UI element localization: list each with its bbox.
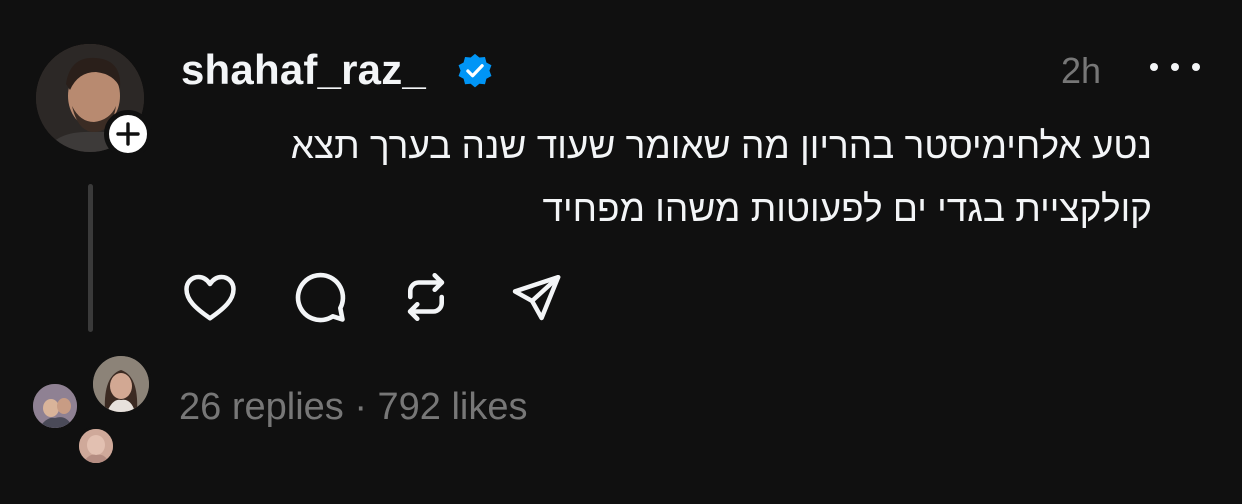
thread-line (88, 184, 93, 332)
replier-avatar[interactable] (76, 426, 116, 466)
repost-button[interactable] (395, 266, 457, 328)
post-text: נטע אלחימיסטר בהריון מה שאומר שעוד שנה ב… (172, 114, 1152, 240)
post-text-line: נטע אלחימיסטר בהריון מה שאומר שעוד שנה ב… (290, 125, 1152, 166)
author-username[interactable]: shahaf_raz_ (181, 46, 426, 94)
post-stats[interactable]: 26 replies · 792 likes (179, 386, 528, 429)
replier-avatar-photo (33, 384, 77, 428)
post-text-line: קולקציית בגדי ים לפעוטות משהו מפחיד (542, 188, 1152, 229)
plus-icon (116, 122, 140, 146)
more-horizontal-icon (1150, 63, 1158, 71)
share-button[interactable] (505, 266, 567, 328)
replier-avatar-photo (93, 356, 149, 412)
follow-button[interactable] (104, 110, 152, 158)
replier-avatar[interactable] (90, 353, 152, 415)
post-timestamp: 2h (1061, 50, 1102, 91)
verified-badge-icon (458, 53, 492, 88)
comment-icon (295, 272, 346, 323)
replier-avatar[interactable] (30, 381, 80, 431)
send-icon (512, 274, 561, 321)
more-options-button[interactable] (1150, 52, 1200, 82)
like-button[interactable] (179, 266, 241, 328)
more-dot (1171, 63, 1179, 71)
heart-icon (184, 274, 236, 321)
replier-avatar-photo (79, 429, 113, 463)
repost-icon (407, 272, 445, 322)
comment-button[interactable] (289, 266, 351, 328)
more-dot (1192, 63, 1200, 71)
